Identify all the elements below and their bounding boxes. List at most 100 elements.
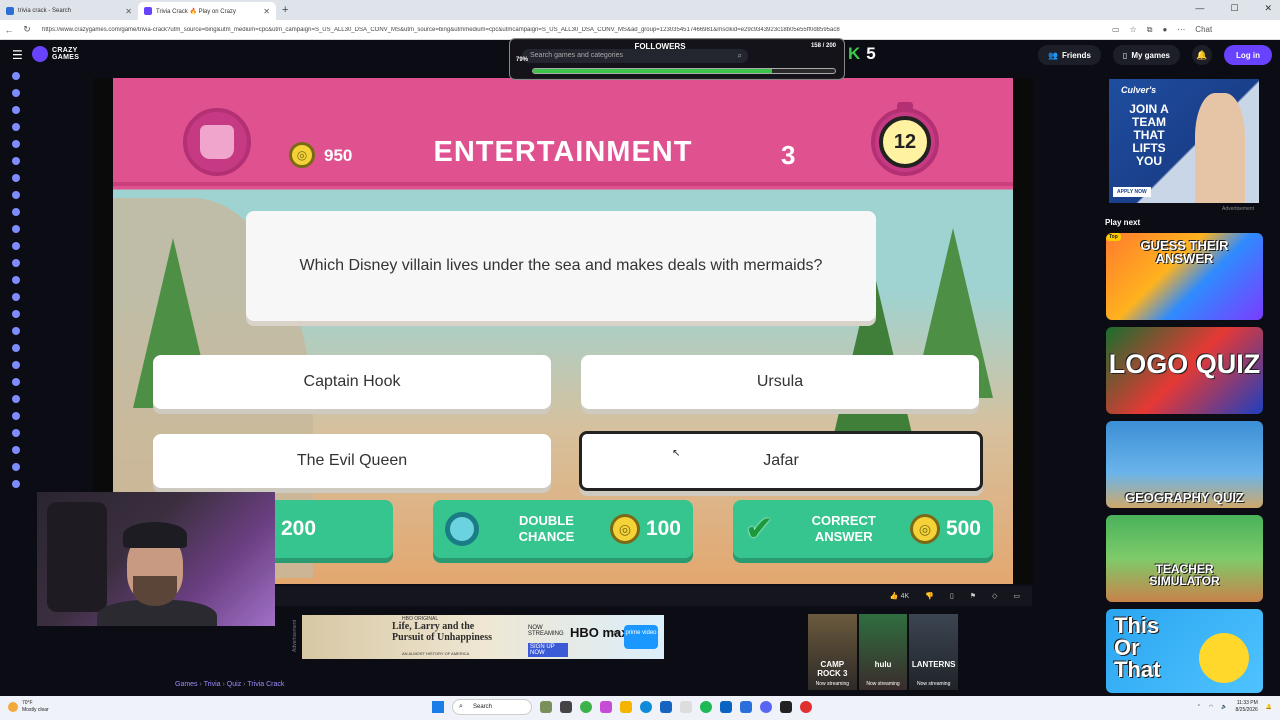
game-thumb-guess-their-answer[interactable]: Top GUESS THEIR ANSWER [1106, 233, 1263, 320]
answer-option-2[interactable]: Ursula [581, 355, 979, 409]
friends-button[interactable]: 👥 Friends [1038, 45, 1101, 65]
dislike-icon[interactable]: 👎 [925, 592, 934, 600]
category-nav-icon[interactable] [12, 344, 20, 352]
widgets-icon[interactable] [540, 701, 552, 713]
answer-option-4[interactable]: Jafar [579, 431, 983, 491]
close-icon[interactable]: ✕ [263, 7, 270, 16]
chat-button[interactable]: Chat [1195, 25, 1212, 35]
culvers-sidebar-ad[interactable]: Culver's JOIN A TEAM THAT LIFTS YOU APPL… [1109, 79, 1259, 203]
tab-crazygames[interactable]: Trivia Crack 🔥 Play on Crazy ✕ [138, 2, 276, 20]
category-nav-icon[interactable] [12, 327, 20, 335]
tray-chevron-icon[interactable]: ⌃ [1197, 704, 1201, 710]
profile-icon[interactable]: ● [1162, 25, 1167, 35]
category-nav-icon[interactable] [12, 310, 20, 318]
game-thumb-this-or-that[interactable]: This Or That [1106, 609, 1263, 693]
category-nav-icon[interactable] [12, 480, 20, 488]
back-icon[interactable]: ← [0, 25, 18, 35]
category-nav-icon[interactable] [12, 140, 20, 148]
extensions-icon[interactable]: ⧉ [1147, 25, 1153, 35]
category-nav-icon[interactable] [12, 463, 20, 471]
category-nav-icon[interactable] [12, 72, 20, 80]
search-input[interactable]: Search games and categories ⌕ [522, 49, 748, 63]
game-thumb-logo-quiz[interactable]: LOGO QUIZ [1106, 327, 1263, 414]
notifications-icon[interactable]: 🔔 [1266, 704, 1272, 710]
wifi-icon[interactable]: ◠ [1209, 704, 1213, 710]
close-icon[interactable]: ✕ [125, 7, 132, 16]
my-games-button[interactable]: ▯ My games [1112, 45, 1180, 65]
poster-ad[interactable]: CAMP ROCK 3 Now streaming [808, 614, 857, 690]
breadcrumb-link[interactable]: Quiz [227, 681, 241, 688]
category-nav-icon[interactable] [12, 276, 20, 284]
store-icon[interactable] [660, 701, 672, 713]
windows-start-icon[interactable] [432, 701, 444, 713]
notepad-icon[interactable] [680, 701, 692, 713]
terminal-icon[interactable] [780, 701, 792, 713]
file-explorer-icon[interactable] [620, 701, 632, 713]
close-window-icon[interactable]: ✕ [1264, 3, 1272, 14]
spotify-icon[interactable] [700, 701, 712, 713]
category-nav-icon[interactable] [12, 293, 20, 301]
breadcrumb-link[interactable]: Trivia [204, 681, 221, 688]
crazygames-logo[interactable]: CRAZY GAMES [32, 46, 92, 62]
answer-option-3[interactable]: The Evil Queen [153, 434, 551, 488]
word-icon[interactable] [740, 701, 752, 713]
tab-search[interactable]: trivia crack - Search ✕ [0, 2, 138, 20]
discord-icon[interactable] [760, 701, 772, 713]
poster-ad[interactable]: hulu Now streaming [858, 614, 908, 690]
login-button[interactable]: Log in [1224, 45, 1272, 65]
copilot-icon[interactable] [600, 701, 612, 713]
report-icon[interactable]: ⚑ [970, 592, 976, 600]
sign-up-button[interactable]: SIGN UP NOW [528, 643, 568, 657]
edge-icon[interactable] [640, 701, 652, 713]
menu-icon[interactable]: ☰ [12, 48, 23, 62]
apply-now-button[interactable]: APPLY NOW [1113, 187, 1151, 197]
clock[interactable]: 11:33 PM 8/25/2026 [1236, 700, 1258, 714]
poster-ad[interactable]: LANTERNS Now streaming [909, 614, 959, 690]
double-chance-powerup-button[interactable]: DOUBLE CHANCE ◎ 100 [433, 500, 693, 558]
breadcrumb-link[interactable]: Trivia Crack [247, 681, 284, 688]
correct-answer-powerup-button[interactable]: ✔ CORRECT ANSWER ◎ 500 [733, 500, 993, 558]
category-nav-icon[interactable] [12, 191, 20, 199]
maximize-icon[interactable]: ☐ [1230, 3, 1238, 14]
category-nav-icon[interactable] [12, 259, 20, 267]
like-button[interactable]: 👍 4K [890, 592, 909, 600]
category-nav-icon[interactable] [12, 106, 20, 114]
minimize-icon[interactable]: — [1195, 3, 1204, 14]
reader-icon[interactable]: ▭ [1112, 25, 1120, 35]
category-nav-icon[interactable] [12, 225, 20, 233]
category-nav-icon[interactable] [12, 242, 20, 250]
breadcrumb-link[interactable]: Games [175, 681, 198, 688]
outlook-icon[interactable] [720, 701, 732, 713]
category-nav-icon[interactable] [12, 174, 20, 182]
taskbar-search-input[interactable]: ⌕ Search [452, 699, 532, 715]
answer-option-1[interactable]: Captain Hook [153, 355, 551, 409]
category-nav-icon[interactable] [12, 429, 20, 437]
hbo-banner-ad[interactable]: HBO ORIGINAL Life, Larry and the Pursuit… [302, 615, 664, 659]
xbox-icon[interactable] [580, 701, 592, 713]
category-nav-icon[interactable] [12, 361, 20, 369]
refresh-icon[interactable]: ↻ [18, 24, 36, 35]
category-nav-icon[interactable] [12, 208, 20, 216]
volume-icon[interactable]: 🔈 [1221, 704, 1227, 710]
more-icon[interactable]: ⋯ [1177, 25, 1185, 35]
task-view-icon[interactable] [560, 701, 572, 713]
category-nav-icon[interactable] [12, 412, 20, 420]
search-icon[interactable]: ⌕ [738, 49, 742, 63]
fullscreen-icon[interactable]: ▭ [1013, 592, 1020, 600]
bookmark-icon[interactable]: ▯ [950, 592, 954, 600]
category-nav-icon[interactable] [12, 446, 20, 454]
category-nav-icon[interactable] [12, 157, 20, 165]
favorite-icon[interactable]: ☆ [1130, 25, 1137, 35]
game-thumb-geography-quiz[interactable]: GEOGRAPHY QUIZ [1106, 421, 1263, 508]
category-nav-icon[interactable] [12, 378, 20, 386]
new-tab-button[interactable]: + [282, 4, 288, 16]
url-field[interactable]: https://www.crazygames.com/game/trivia-c… [42, 27, 1092, 33]
obs-icon[interactable] [800, 701, 812, 713]
share-icon[interactable]: ◇ [992, 592, 997, 600]
category-nav-icon[interactable] [12, 123, 20, 131]
category-nav-icon[interactable] [12, 89, 20, 97]
game-thumb-teacher-simulator[interactable]: TEACHER SIMULATOR [1106, 515, 1263, 602]
weather-widget[interactable]: 70°F Mostly clear [8, 700, 49, 714]
category-nav-icon[interactable] [12, 395, 20, 403]
notifications-bell-icon[interactable]: 🔔 [1192, 45, 1212, 65]
